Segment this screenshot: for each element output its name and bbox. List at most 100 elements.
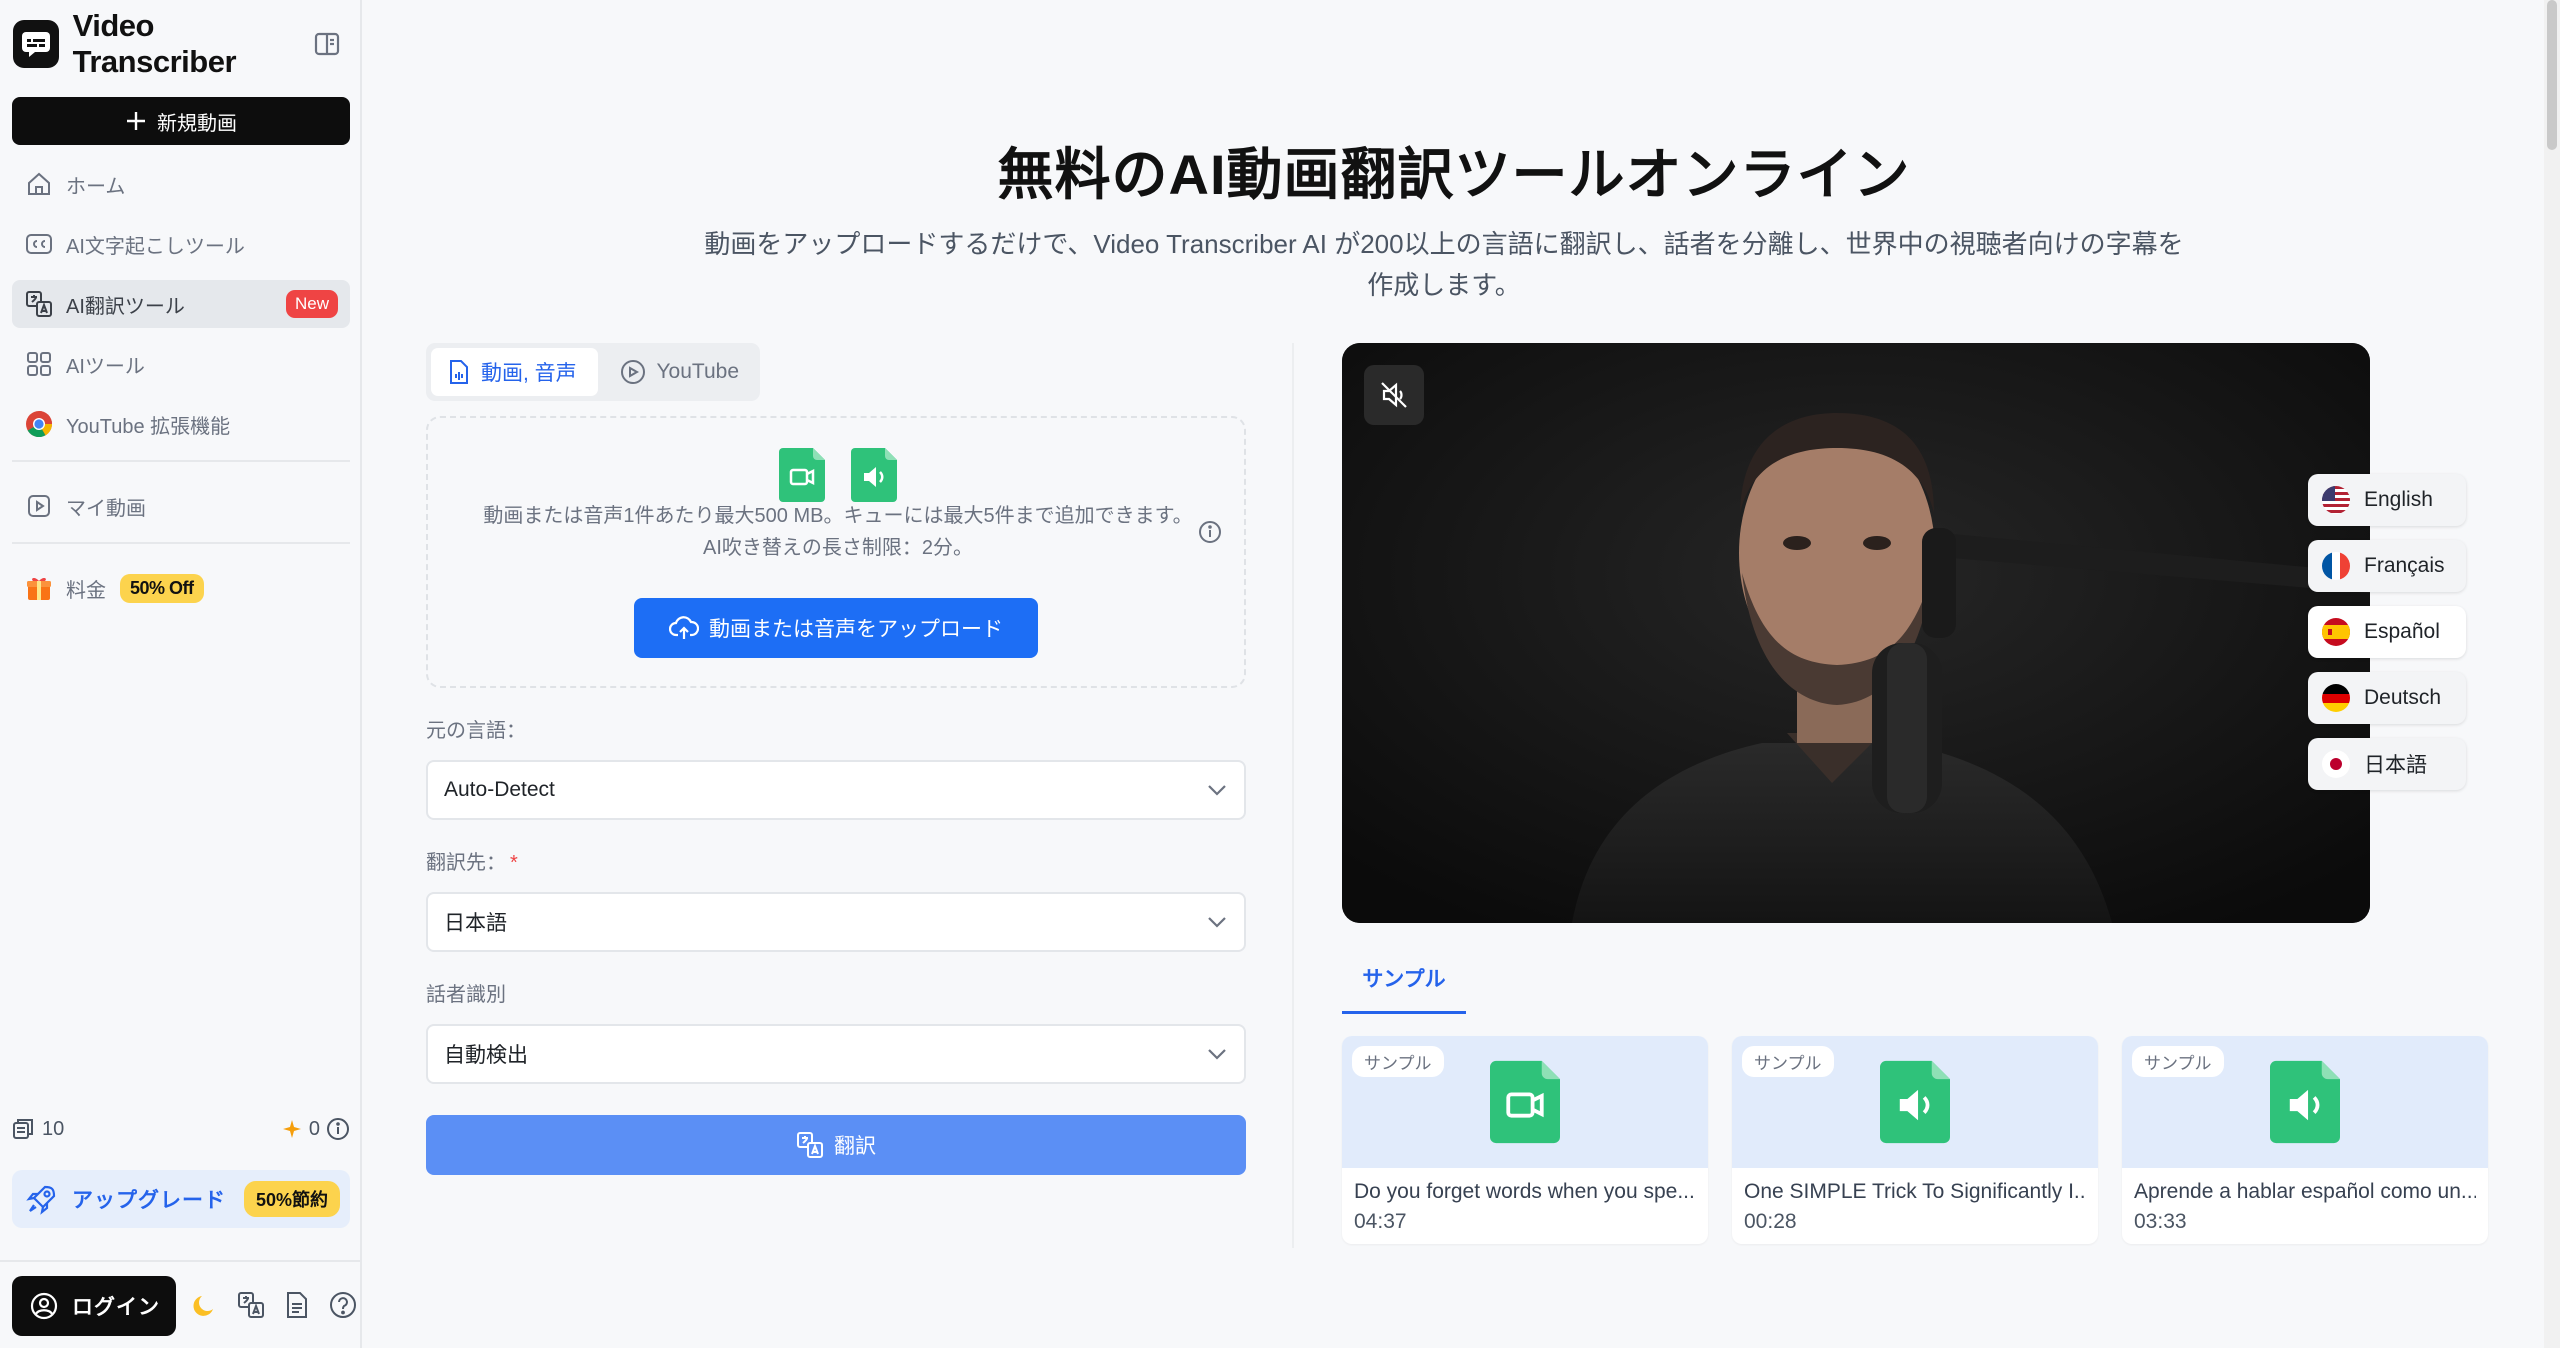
brand-title: Video Transcriber xyxy=(72,8,237,79)
tab-youtube[interactable]: YouTube xyxy=(604,348,755,396)
sidebar-item-ai-tools[interactable]: AIツール xyxy=(12,340,350,388)
source-tabs: 動画, 音声 YouTube xyxy=(426,343,760,401)
new-badge: New xyxy=(285,290,338,318)
video-player[interactable] xyxy=(1342,343,2370,923)
target-language-label: 翻訳先： * xyxy=(426,846,518,875)
target-language-select[interactable]: 日本語 xyxy=(426,892,1246,952)
language-icon[interactable] xyxy=(236,1288,266,1322)
brand-logo-icon xyxy=(13,20,59,68)
germany-flag-icon xyxy=(2322,684,2350,712)
chrome-icon xyxy=(24,409,54,439)
upload-limit-duration: AI吹き替えの長さ制限：2分。 xyxy=(702,537,974,559)
language-label: Français xyxy=(2364,554,2445,577)
language-label: Español xyxy=(2364,620,2440,643)
youtube-icon xyxy=(620,359,646,385)
gift-icon xyxy=(24,573,54,603)
sample-card[interactable]: サンプル One SIMPLE Trick To Significantly I… xyxy=(1732,1036,2098,1244)
divider xyxy=(12,460,350,462)
upload-button[interactable]: 動画または音声をアップロード xyxy=(634,598,1038,658)
file-audio-icon xyxy=(447,359,471,385)
coins-icon xyxy=(12,1117,36,1141)
source-language-value: Auto-Detect xyxy=(444,778,555,801)
upgrade-button[interactable]: アップグレード 50%節約 xyxy=(12,1170,350,1228)
help-icon[interactable] xyxy=(328,1288,358,1322)
closed-caption-icon xyxy=(24,229,54,259)
sample-duration: 00:28 xyxy=(1744,1210,1797,1233)
required-marker: * xyxy=(510,852,518,874)
translate-button[interactable]: 翻訳 xyxy=(426,1115,1246,1175)
login-button[interactable]: ログイン xyxy=(12,1276,176,1336)
footer-icons xyxy=(190,1288,358,1322)
tab-samples[interactable]: サンプル xyxy=(1342,950,1466,1014)
sidebar-collapse-icon[interactable] xyxy=(313,30,341,58)
source-language-label: 元の言語： xyxy=(426,720,526,742)
sidebar-nav: ホーム AI文字起こしツール AI翻訳ツール New AIツール YouTube… xyxy=(12,160,350,624)
sample-duration: 03:33 xyxy=(2134,1210,2187,1233)
moon-icon[interactable] xyxy=(190,1288,220,1322)
france-flag-icon xyxy=(2322,552,2350,580)
chevron-down-icon xyxy=(1206,783,1228,797)
language-label: 日本語 xyxy=(2364,754,2427,777)
brand: Video Transcriber xyxy=(13,8,349,79)
upload-dropzone[interactable]: 動画または音声1件あたり最大500 MB。キューには最大5件まで追加できます。 … xyxy=(426,416,1246,688)
language-option-german[interactable]: Deutsch xyxy=(2308,672,2466,724)
sample-card[interactable]: サンプル Do you forget words when you spe...… xyxy=(1342,1036,1708,1244)
chevron-down-icon xyxy=(1206,915,1228,929)
language-label: Deutsch xyxy=(2364,686,2442,709)
divider xyxy=(12,542,350,544)
sample-card[interactable]: サンプル Aprende a hablar español como un...… xyxy=(2122,1036,2488,1244)
credits-count: 10 xyxy=(42,1117,65,1140)
translate-icon xyxy=(796,1131,824,1159)
page-subtitle: 動画をアップロードするだけで、Video Transcriber AI が200… xyxy=(704,229,2184,300)
language-option-spanish[interactable]: Español xyxy=(2308,606,2466,658)
sample-title: One SIMPLE Trick To Significantly I... xyxy=(1744,1180,2086,1203)
sidebar-item-youtube-extension[interactable]: YouTube 拡張機能 xyxy=(12,400,350,448)
translate-button-label: 翻訳 xyxy=(834,1135,876,1158)
cloud-upload-icon xyxy=(669,615,699,641)
source-language-select[interactable]: Auto-Detect xyxy=(426,760,1246,820)
document-icon[interactable] xyxy=(282,1288,312,1322)
sidebar-item-pricing[interactable]: 料金 50% Off xyxy=(12,564,350,612)
sidebar-item-home[interactable]: ホーム xyxy=(12,160,350,208)
sidebar-item-label: AI翻訳ツール xyxy=(66,295,185,318)
info-icon[interactable] xyxy=(326,1117,350,1141)
language-option-japanese[interactable]: 日本語 xyxy=(2308,738,2466,790)
sample-title: Aprende a hablar español como un... xyxy=(2134,1180,2476,1203)
home-icon xyxy=(24,169,54,199)
sidebar-item-transcriber[interactable]: AI文字起こしツール xyxy=(12,220,350,268)
sample-chip: サンプル xyxy=(1352,1046,1444,1077)
sample-duration: 04:37 xyxy=(1354,1210,1407,1233)
upload-icons xyxy=(428,448,1248,502)
sparkle-count: 0 xyxy=(308,1117,320,1140)
speaker-identification-select[interactable]: 自動検出 xyxy=(426,1024,1246,1084)
sidebar-item-my-videos[interactable]: マイ動画 xyxy=(12,482,350,530)
login-label: ログイン xyxy=(72,1296,160,1319)
target-language-value: 日本語 xyxy=(444,912,507,935)
language-option-french[interactable]: Français xyxy=(2308,540,2466,592)
user-circle-icon xyxy=(30,1292,58,1320)
upload-button-label: 動画または音声をアップロード xyxy=(709,618,1003,641)
sidebar-item-label: YouTube 拡張機能 xyxy=(66,415,231,438)
grid-icon xyxy=(24,349,54,379)
speaker-identification-value: 自動検出 xyxy=(444,1044,528,1067)
sidebar-item-label: AI文字起こしツール xyxy=(66,235,245,258)
video-file-icon xyxy=(24,491,54,521)
new-video-button[interactable]: 新規動画 xyxy=(12,97,350,145)
new-video-label: 新規動画 xyxy=(157,112,237,135)
tab-file-upload[interactable]: 動画, 音声 xyxy=(431,348,599,396)
scrollbar[interactable] xyxy=(2544,0,2560,1348)
info-icon[interactable] xyxy=(1198,520,1222,544)
sidebar-item-translator[interactable]: AI翻訳ツール New xyxy=(12,280,350,328)
sample-thumbnail: サンプル xyxy=(2122,1036,2488,1168)
chevron-down-icon xyxy=(1206,1047,1228,1061)
sparkle-icon xyxy=(281,1118,303,1140)
sidebar-footer: ログイン xyxy=(0,1260,362,1348)
upload-limits: 動画または音声1件あたり最大500 MB。キューには最大5件まで追加できます。 … xyxy=(466,504,1210,560)
mute-button[interactable] xyxy=(1364,365,1424,425)
upgrade-label: アップグレード xyxy=(72,1189,226,1212)
target-language-label-text: 翻訳先： xyxy=(426,852,506,874)
sample-chip: サンプル xyxy=(2132,1046,2224,1077)
scrollbar-thumb[interactable] xyxy=(2547,0,2557,150)
us-flag-icon xyxy=(2322,486,2350,514)
language-option-english[interactable]: English xyxy=(2308,474,2466,526)
